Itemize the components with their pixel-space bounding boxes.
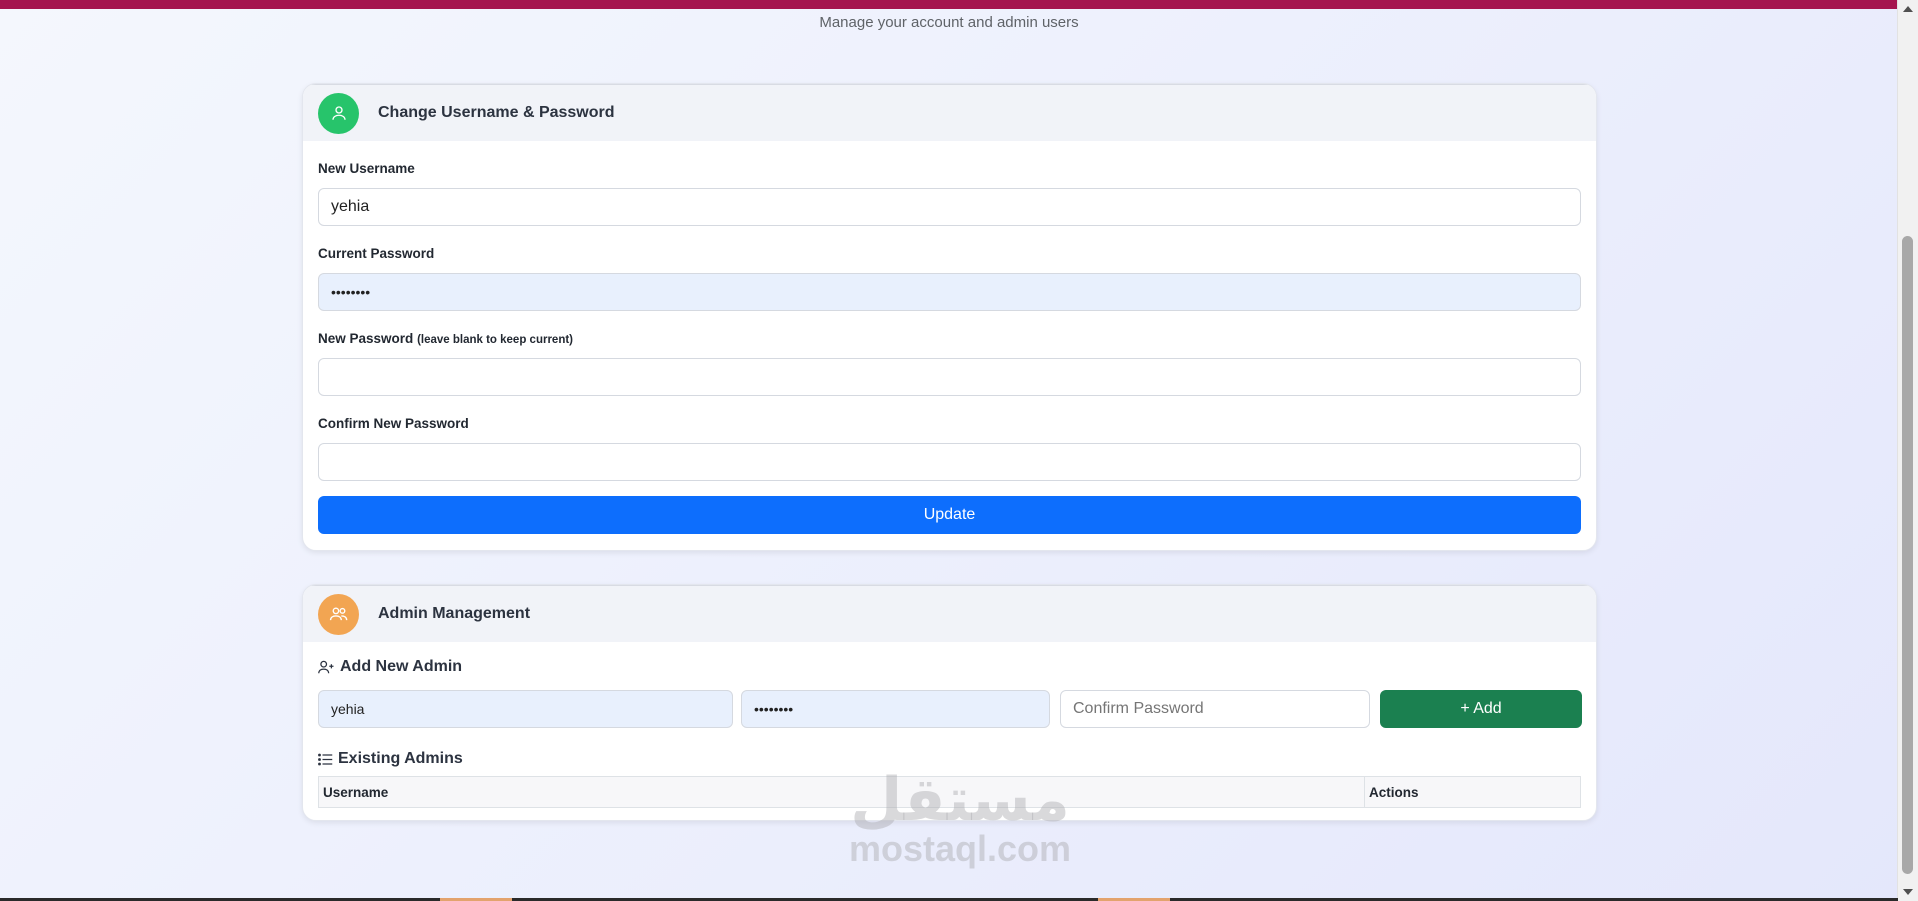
new-password-label-row: New Password (leave blank to keep curren… bbox=[318, 331, 1581, 347]
new-admin-password-input[interactable] bbox=[741, 690, 1050, 728]
scrollbar-thumb[interactable] bbox=[1902, 236, 1913, 874]
new-password-label: New Password bbox=[318, 331, 414, 346]
account-settings-card: Change Username & Password New Username … bbox=[302, 83, 1597, 551]
admin-card-title: Admin Management bbox=[378, 605, 531, 622]
username-input[interactable] bbox=[318, 188, 1581, 226]
add-admin-heading: Add New Admin bbox=[318, 658, 1581, 676]
user-plus-icon bbox=[318, 660, 334, 674]
admin-management-card: Admin Management Add New Admin + Add Ex bbox=[302, 584, 1597, 821]
add-admin-button[interactable]: + Add bbox=[1380, 690, 1582, 728]
column-header-username: Username bbox=[318, 776, 1365, 808]
user-icon bbox=[318, 92, 359, 134]
users-icon bbox=[318, 593, 359, 635]
admins-table: Username Actions bbox=[318, 776, 1581, 808]
new-admin-username-input[interactable] bbox=[318, 690, 733, 728]
new-password-hint: (leave blank to keep current) bbox=[417, 334, 574, 346]
account-card-header: Change Username & Password bbox=[303, 84, 1596, 141]
admin-card-header: Admin Management bbox=[303, 585, 1596, 642]
scroll-up-arrow-icon[interactable] bbox=[1903, 6, 1913, 12]
update-button[interactable]: Update bbox=[318, 496, 1581, 534]
add-admin-heading-text: Add New Admin bbox=[340, 658, 463, 675]
vertical-scrollbar[interactable] bbox=[1897, 0, 1918, 901]
scroll-down-arrow-icon[interactable] bbox=[1903, 889, 1913, 895]
existing-admins-heading-text: Existing Admins bbox=[338, 750, 463, 767]
top-accent-bar bbox=[0, 0, 1898, 9]
account-card-title: Change Username & Password bbox=[378, 104, 615, 121]
current-password-label: Current Password bbox=[318, 246, 435, 261]
new-password-input[interactable] bbox=[318, 358, 1581, 396]
page-subtitle: Manage your account and admin users bbox=[819, 14, 1079, 31]
watermark-latin: mostaql.com bbox=[848, 828, 1072, 869]
current-password-input[interactable] bbox=[318, 273, 1581, 311]
column-header-actions: Actions bbox=[1364, 776, 1581, 808]
confirm-password-label: Confirm New Password bbox=[318, 416, 469, 431]
add-admin-form: + Add bbox=[318, 690, 1582, 728]
username-label: New Username bbox=[318, 161, 415, 176]
new-admin-confirm-password-input[interactable] bbox=[1060, 690, 1370, 728]
existing-admins-heading: Existing Admins bbox=[318, 750, 1581, 768]
list-icon bbox=[318, 753, 333, 765]
table-header-row: Username Actions bbox=[318, 776, 1581, 808]
confirm-password-input[interactable] bbox=[318, 443, 1581, 481]
